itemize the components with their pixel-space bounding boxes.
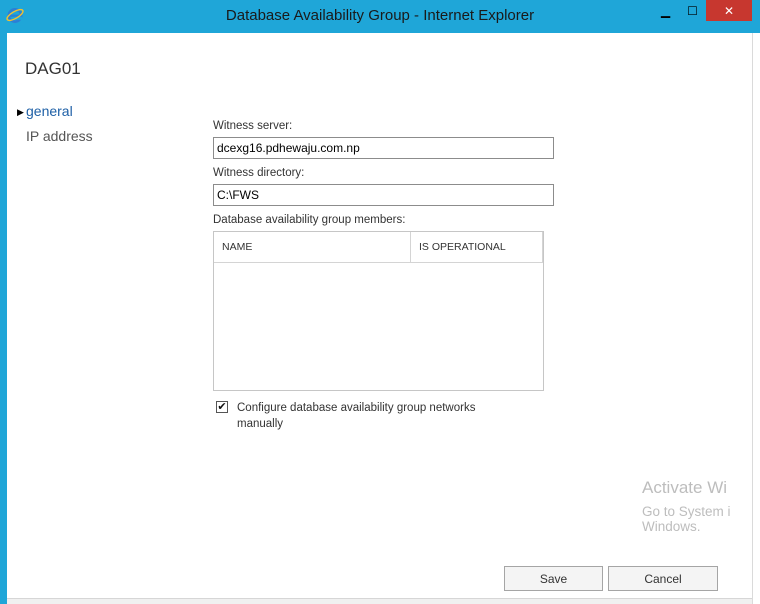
watermark-line-2: Go to System i <box>642 504 731 519</box>
witness-server-label: Witness server: <box>213 120 293 132</box>
members-table[interactable]: NAME IS OPERATIONAL <box>213 231 544 391</box>
window-bottom-edge <box>7 598 752 604</box>
close-icon: ✕ <box>723 3 735 18</box>
checkmark-icon: ✔ <box>217 400 227 413</box>
column-header-name[interactable]: NAME <box>214 232 411 262</box>
nav-item-ip-address[interactable]: IP address <box>26 128 93 144</box>
watermark-line-1: Activate Wi <box>642 478 728 497</box>
minimize-button[interactable]: ▁ <box>652 0 679 21</box>
cancel-button[interactable]: Cancel <box>608 566 718 591</box>
dialog-content: DAG01 ▶ general IP address Witness serve… <box>7 33 752 604</box>
activation-watermark: Activate Wi Go to System i Windows. <box>642 478 731 534</box>
witness-server-input[interactable]: dcexg16.pdhewaju.com.np <box>213 137 554 159</box>
witness-directory-label: Witness directory: <box>213 167 305 179</box>
maximize-button[interactable]: ☐ <box>679 0 706 21</box>
selected-arrow-icon: ▶ <box>17 107 24 117</box>
close-button[interactable]: ✕ <box>706 0 752 21</box>
members-table-header: NAME IS OPERATIONAL <box>214 232 543 263</box>
members-label: Database availability group members: <box>213 214 406 226</box>
title-bar[interactable]: Database Availability Group - Internet E… <box>0 0 760 33</box>
nav-item-general[interactable]: general <box>26 103 73 119</box>
page-title: DAG01 <box>25 59 81 78</box>
configure-networks-label[interactable]: Configure database availability group ne… <box>237 400 517 432</box>
window-title: Database Availability Group - Internet E… <box>225 7 535 24</box>
save-button[interactable]: Save <box>504 566 603 591</box>
watermark-line-3: Windows. <box>642 519 701 534</box>
maximize-icon: ☐ <box>687 3 698 18</box>
witness-directory-input[interactable]: C:\FWS <box>213 184 554 206</box>
column-header-is-operational[interactable]: IS OPERATIONAL <box>411 232 543 262</box>
browser-window: Database Availability Group - Internet E… <box>0 0 760 604</box>
configure-networks-checkbox[interactable]: ✔ <box>216 401 228 413</box>
minimize-icon: ▁ <box>660 3 671 18</box>
window-right-edge <box>752 33 760 604</box>
